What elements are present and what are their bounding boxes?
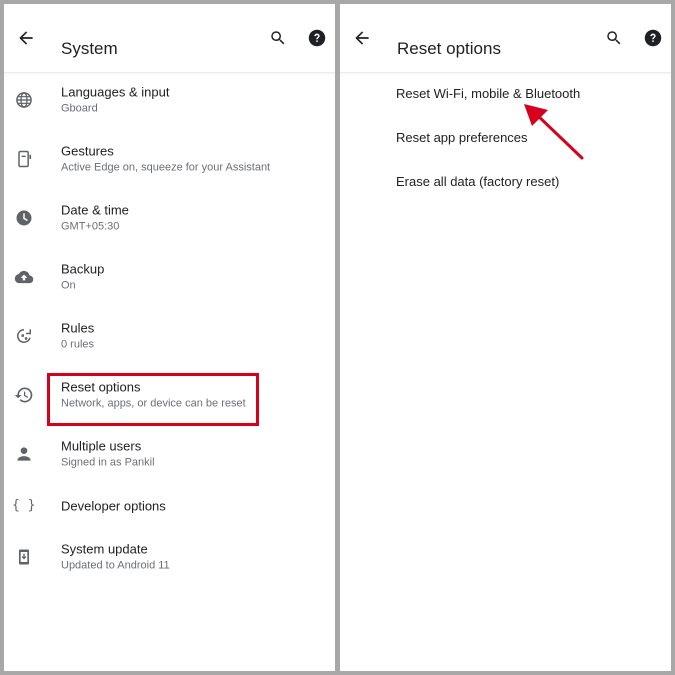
cloud-upload-icon	[14, 267, 34, 287]
clock-icon	[14, 208, 34, 228]
setting-summary: 0 rules	[61, 338, 95, 351]
app-bar: Reset options	[340, 4, 671, 73]
setting-gestures[interactable]: Gestures Active Edge on, squeeze for you…	[4, 131, 335, 187]
back-arrow-icon[interactable]	[16, 28, 36, 48]
setting-summary: Gboard	[61, 102, 98, 115]
help-icon[interactable]	[308, 29, 326, 47]
setting-title: Multiple users	[61, 438, 142, 454]
search-icon[interactable]	[269, 29, 287, 47]
gestures-icon	[14, 149, 34, 169]
setting-title: System update	[61, 541, 148, 557]
setting-languages-input[interactable]: Languages & input Gboard	[4, 72, 335, 128]
setting-summary: Active Edge on, squeeze for your Assista…	[61, 161, 271, 174]
globe-icon	[14, 90, 34, 110]
app-bar: System	[4, 4, 335, 73]
search-icon[interactable]	[605, 29, 623, 47]
setting-summary: Updated to Android 11	[61, 559, 170, 572]
system-settings-panel: System Languages & input Gboard Gestures…	[4, 4, 335, 671]
setting-title: Gestures	[61, 143, 114, 159]
rules-icon	[14, 326, 34, 346]
help-icon[interactable]	[644, 29, 662, 47]
reset-options-panel: Reset options Reset Wi-Fi, mobile & Blue…	[340, 4, 671, 671]
setting-summary: On	[61, 279, 76, 292]
setting-summary: GMT+05:30	[61, 220, 120, 233]
setting-title: Developer options	[61, 498, 166, 514]
setting-title: Languages & input	[61, 84, 170, 100]
setting-title: Rules	[61, 320, 95, 336]
reset-wifi-mobile-bluetooth-option[interactable]: Reset Wi-Fi, mobile & Bluetooth	[396, 86, 580, 101]
setting-rules[interactable]: Rules 0 rules	[4, 308, 335, 364]
setting-title: Backup	[61, 261, 105, 277]
reset-options-highlight-box	[47, 373, 259, 426]
setting-developer-options[interactable]: { } Developer options	[4, 478, 335, 534]
back-arrow-icon[interactable]	[352, 28, 372, 48]
setting-multiple-users[interactable]: Multiple users Signed in as Pankil	[4, 426, 335, 482]
setting-date-time[interactable]: Date & time GMT+05:30	[4, 190, 335, 246]
red-pointer-arrow	[524, 104, 584, 160]
system-update-icon	[14, 547, 34, 567]
setting-system-update[interactable]: System update Updated to Android 11	[4, 529, 335, 585]
reset-app-preferences-option[interactable]: Reset app preferences	[396, 130, 528, 145]
person-icon	[14, 444, 34, 464]
setting-summary: Signed in as Pankil	[61, 456, 155, 469]
erase-all-data-option[interactable]: Erase all data (factory reset)	[396, 174, 559, 189]
history-icon	[14, 385, 34, 405]
page-title: Reset options	[397, 39, 501, 58]
braces-icon: { }	[12, 498, 36, 513]
setting-title: Date & time	[61, 202, 129, 218]
page-title: System	[61, 39, 118, 58]
setting-backup[interactable]: Backup On	[4, 249, 335, 305]
